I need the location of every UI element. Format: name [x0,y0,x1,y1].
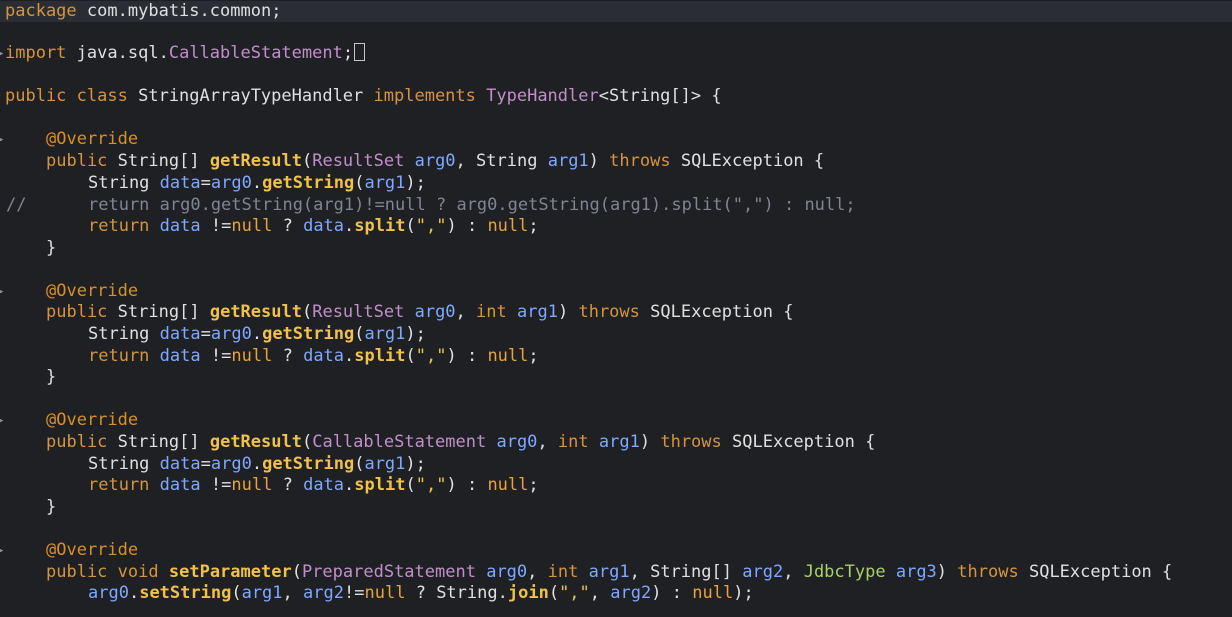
code-text: public class StringArrayTypeHandler impl… [5,86,722,106]
code-line-override3[interactable]: ▸ @Override [0,410,138,431]
code-text: public String[] getResult(ResultSet arg0… [46,151,825,171]
fold-marker-icon[interactable]: ▸ [0,410,5,431]
code-text: @Override [46,281,139,301]
code-line-override4[interactable]: ▸ @Override [0,540,138,561]
code-text: String data=arg0.getString(arg1); [88,324,426,344]
code-text: @Override [46,410,139,430]
collapsed-imports-icon[interactable] [354,43,366,61]
fold-marker-icon[interactable]: ▸ [0,43,5,64]
code-text: import java.sql.CallableStatement; [0,43,366,63]
code-line-m2-return[interactable]: return data !=null ? data.split(",") : n… [0,346,539,367]
code-line-class-decl[interactable]: public class StringArrayTypeHandler impl… [0,86,722,107]
comment-prefix: // [6,195,27,215]
code-line-method1[interactable]: public String[] getResult(ResultSet arg0… [0,151,824,172]
code-text: return data !=null ? data.split(",") : n… [88,216,539,236]
code-text: } [46,238,57,258]
code-text: arg0.setString(arg1, arg2!=null ? String… [88,583,754,603]
code-line-method3[interactable]: public String[] getResult(CallableStatem… [0,432,875,453]
code-line-m3-close[interactable]: } [0,497,56,518]
code-line-m1-body1[interactable]: String data=arg0.getString(arg1); [0,173,426,194]
fold-marker-icon[interactable]: ▸ [0,129,5,150]
code-line-import[interactable]: ▸ import java.sql.CallableStatement; [0,43,366,64]
code-text: public String[] getResult(CallableStatem… [46,432,876,452]
code-text: String data=arg0.getString(arg1); [88,454,426,474]
code-text: @Override [46,129,139,149]
code-line-m3-return[interactable]: return data !=null ? data.split(",") : n… [0,475,539,496]
code-line-package[interactable]: package com.mybatis.common; [0,1,1232,22]
code-editor[interactable]: package com.mybatis.common; ▸ import java.… [0,0,1232,617]
code-line-method2[interactable]: public String[] getResult(ResultSet arg0… [0,302,793,323]
code-text: public String[] getResult(ResultSet arg0… [46,302,794,322]
code-text: return data !=null ? data.split(",") : n… [88,346,539,366]
code-line-m1-close[interactable]: } [0,238,56,259]
code-text: @Override [46,540,139,560]
code-line-m2-body1[interactable]: String data=arg0.getString(arg1); [0,324,426,345]
code-line-m4-body1[interactable]: arg0.setString(arg1, arg2!=null ? String… [0,583,754,604]
code-line-m3-body1[interactable]: String data=arg0.getString(arg1); [0,454,426,475]
fold-marker-icon[interactable]: ▸ [0,540,5,561]
code-text: } [46,497,57,517]
code-text: } [46,367,57,387]
code-line-m2-close[interactable]: } [0,367,56,388]
code-line-method4[interactable]: public void setParameter(PreparedStateme… [0,562,1172,583]
fold-marker-icon[interactable]: ▸ [0,281,5,302]
code-text: return data !=null ? data.split(",") : n… [88,475,539,495]
code-line-m1-comment[interactable]: // return arg0.getString(arg1)!=null ? ar… [0,195,856,216]
code-text: public void setParameter(PreparedStateme… [46,562,1173,582]
code-text: String data=arg0.getString(arg1); [88,173,426,193]
code-line-override1[interactable]: ▸ @Override [0,129,138,150]
code-text: return arg0.getString(arg1)!=null ? arg0… [88,195,856,215]
code-line-m1-return[interactable]: return data !=null ? data.split(",") : n… [0,216,539,237]
code-text: package com.mybatis.common; [5,1,282,21]
code-line-override2[interactable]: ▸ @Override [0,281,138,302]
